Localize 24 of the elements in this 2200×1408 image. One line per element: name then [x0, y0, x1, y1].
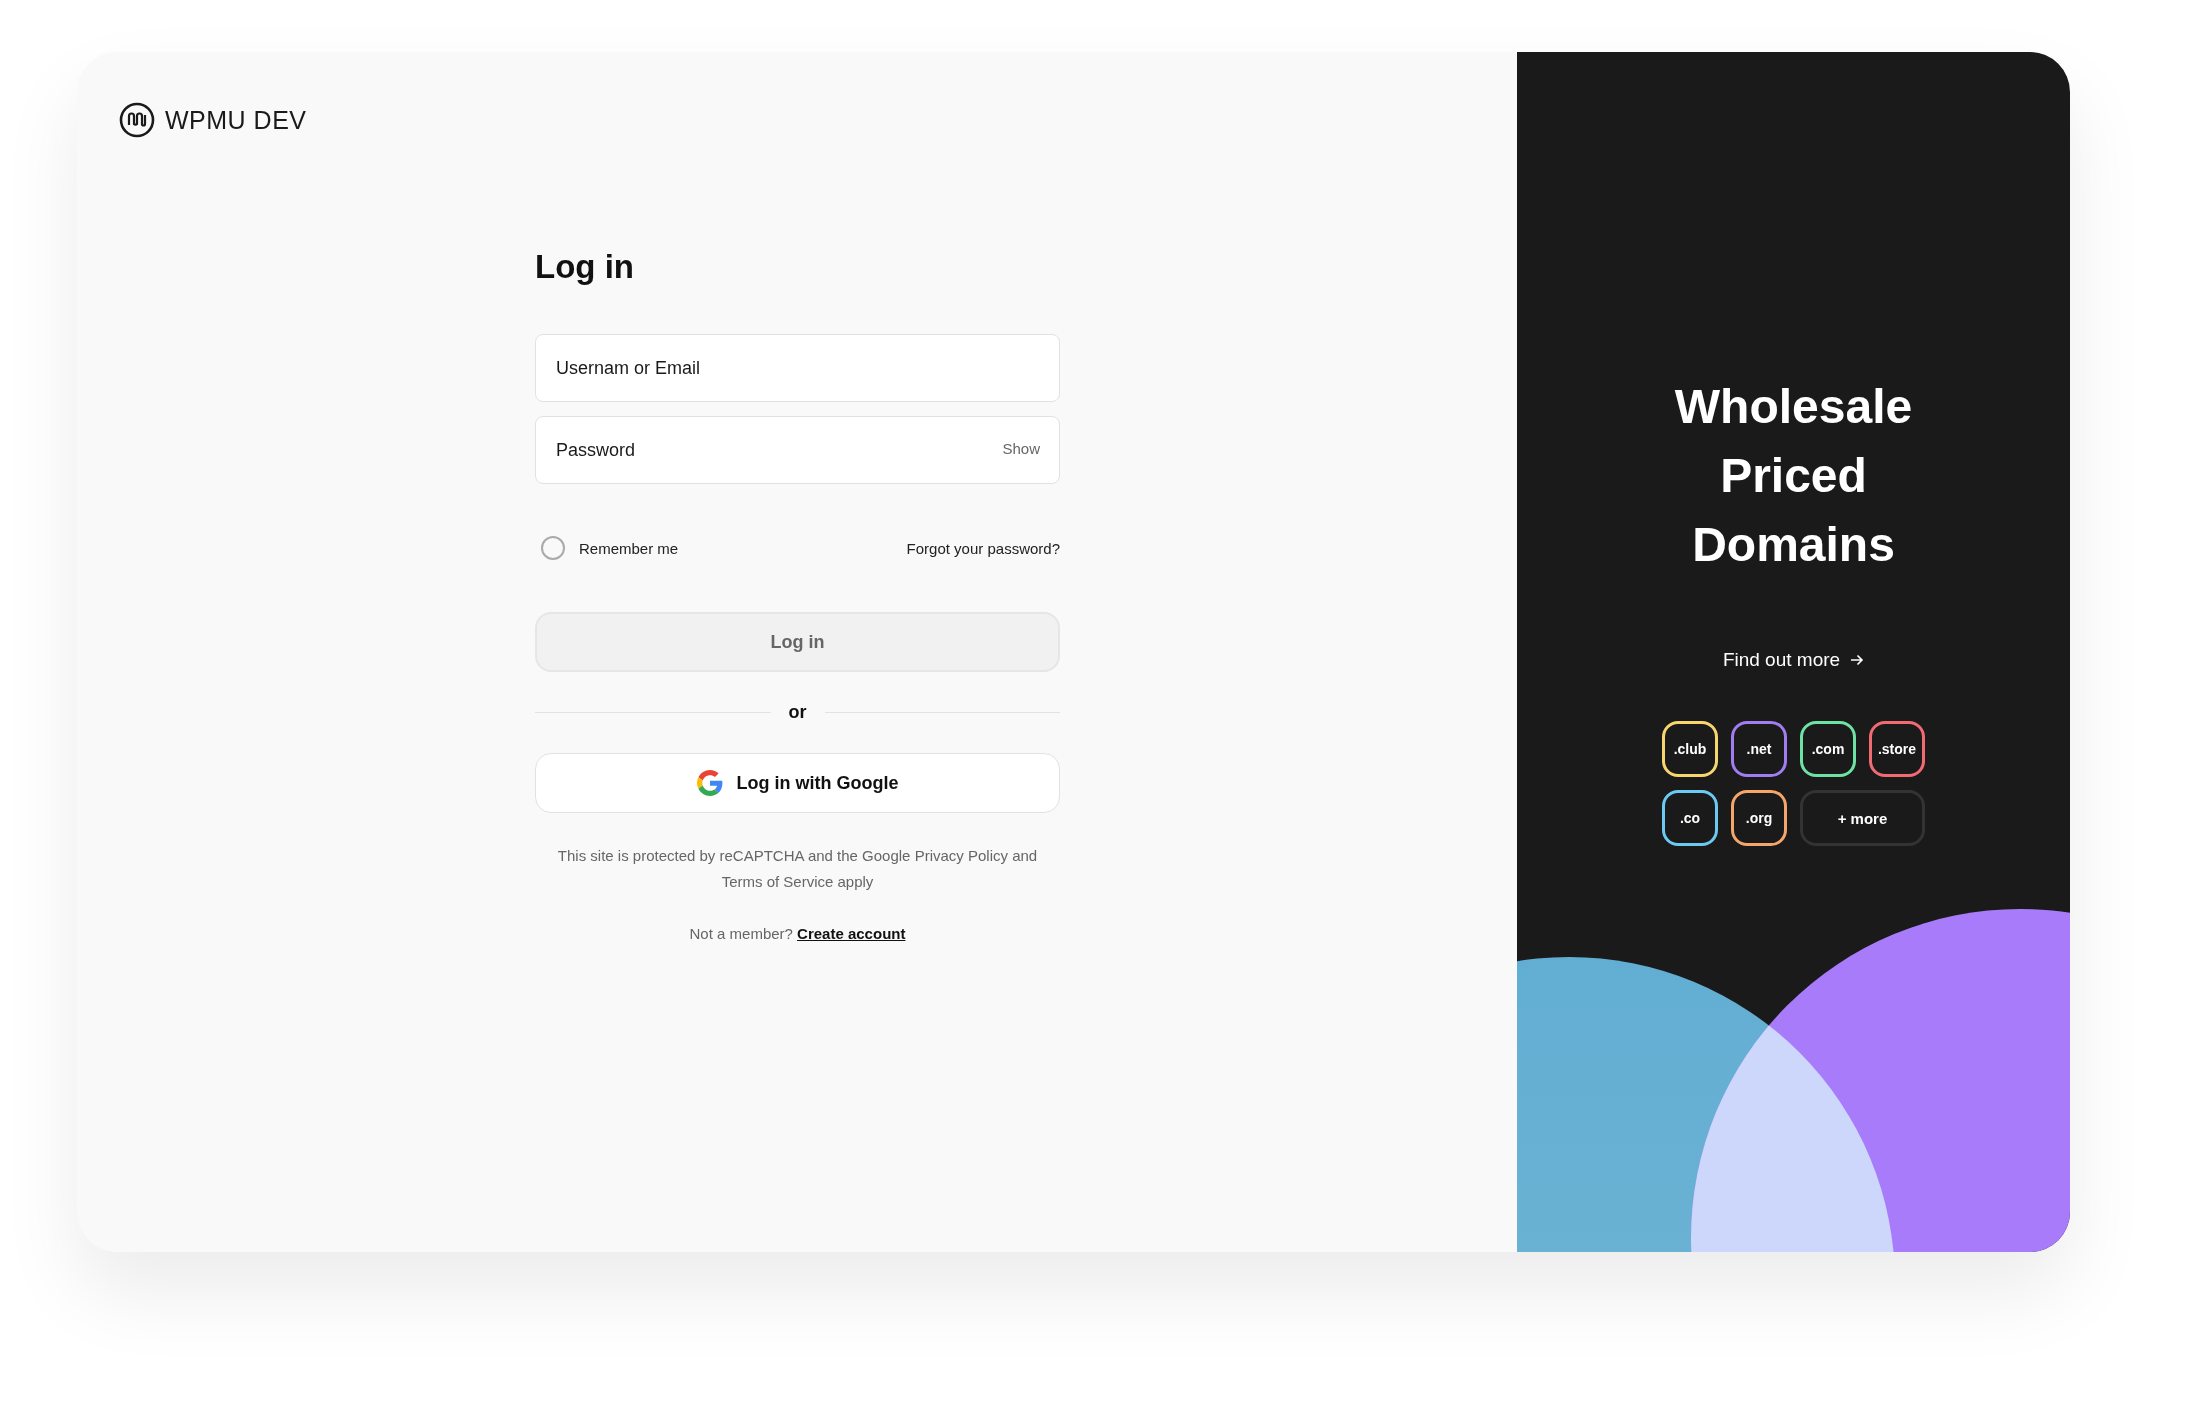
signup-prompt: Not a member?	[689, 925, 793, 942]
recaptcha-notice: This site is protected by reCAPTCHA and the Google Privacy Policy and Terms of Service apply	[556, 846, 1039, 892]
logo-icon	[119, 102, 155, 138]
domain-tag: .net	[1731, 721, 1787, 777]
create-account-link[interactable]: Create account	[797, 925, 906, 942]
more-domains-tag[interactable]: + more	[1800, 790, 1925, 846]
domain-tag: .co	[1662, 790, 1718, 846]
username-field[interactable]: Usernam or Email	[535, 334, 1060, 402]
forgot-password-link[interactable]: Forgot your password?	[906, 539, 1060, 557]
brand-name: WPMU DEV	[165, 105, 307, 135]
google-login-button[interactable]: Log in with Google	[535, 753, 1060, 813]
remember-label: Remember me	[579, 539, 679, 557]
find-out-more-link[interactable]: Find out more	[1722, 649, 1865, 671]
domain-tag: .store	[1869, 721, 1925, 777]
remember-checkbox[interactable]	[541, 536, 565, 560]
divider-text: or	[788, 702, 807, 723]
domain-tag: .org	[1731, 790, 1787, 846]
google-icon	[696, 770, 723, 796]
page-title: Log in	[535, 248, 635, 286]
domain-tag: .club	[1662, 721, 1718, 777]
arrow-icon	[1850, 653, 1865, 667]
show-password-button[interactable]: Show	[1002, 440, 1040, 457]
promo-headline: Wholesale Priced Domains	[1673, 379, 1914, 573]
domain-tag: .com	[1800, 721, 1856, 777]
